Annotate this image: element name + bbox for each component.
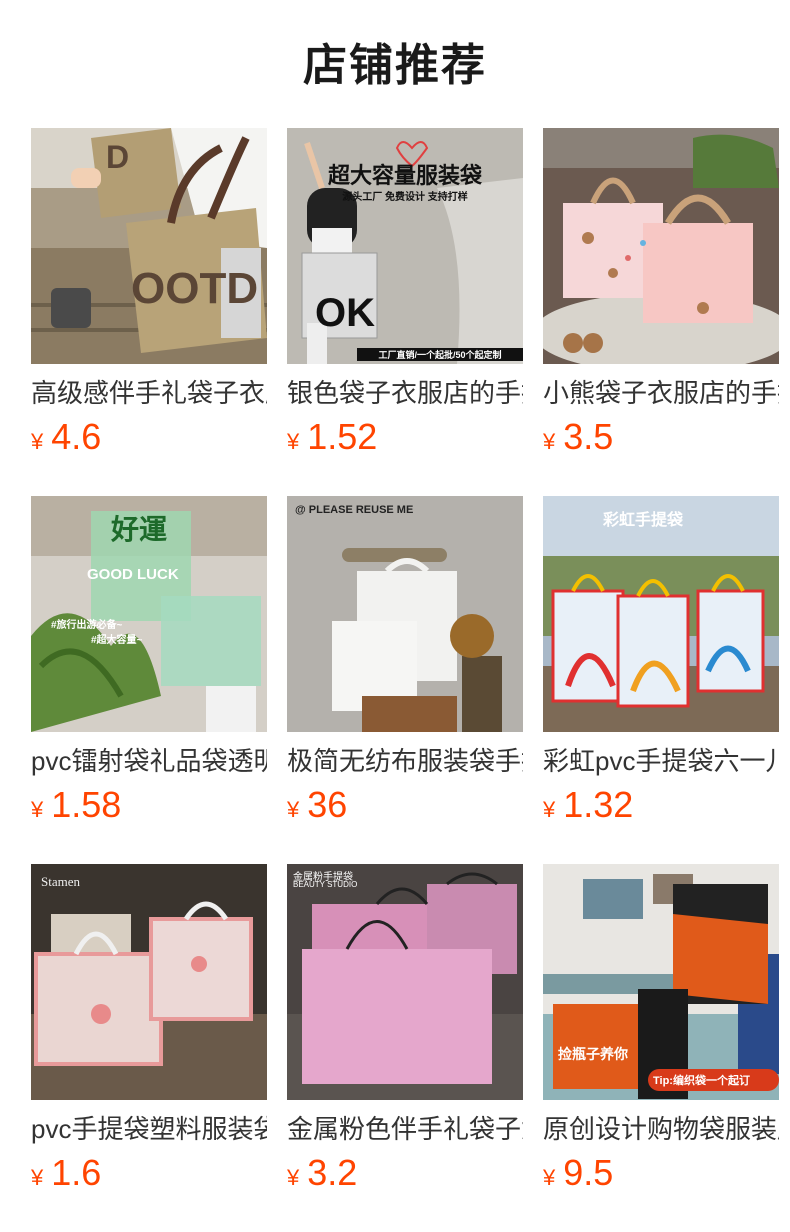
currency-symbol: ¥ bbox=[543, 797, 556, 822]
price-value: 1.58 bbox=[51, 784, 122, 825]
product-image[interactable]: Stamen bbox=[31, 864, 267, 1100]
currency-symbol: ¥ bbox=[287, 429, 300, 454]
product-price: ¥ 9.5 bbox=[543, 1152, 613, 1196]
currency-symbol: ¥ bbox=[543, 429, 556, 454]
product-name[interactable]: 金属粉色伴手礼袋子女 bbox=[287, 1112, 523, 1146]
price-value: 4.6 bbox=[51, 416, 102, 457]
product-price: ¥ 4.6 bbox=[31, 416, 101, 460]
currency-symbol: ¥ bbox=[287, 797, 300, 822]
product-name[interactable]: 高级感伴手礼袋子衣服 bbox=[31, 376, 267, 410]
product-name[interactable]: pvc手提袋塑料服装袋 bbox=[31, 1112, 267, 1146]
product-price: ¥ 1.58 bbox=[31, 784, 121, 828]
product-card[interactable]: Stamen pvc手提袋塑料服装袋 ¥ 1.6 bbox=[31, 864, 267, 1232]
product-card[interactable]: 彩虹手提袋 彩虹pvc手提袋六一儿童 ¥ 1.32 bbox=[543, 496, 779, 864]
product-card[interactable]: OK 超大容量服装袋 源头工厂 免费设计 支持打样 工厂直销/一个起批/50个起… bbox=[287, 128, 523, 496]
product-price: ¥ 1.32 bbox=[543, 784, 633, 828]
product-image[interactable]: @ PLEASE REUSE ME bbox=[287, 496, 523, 732]
product-card[interactable]: 小熊袋子衣服店的手提 ¥ 3.5 bbox=[543, 128, 779, 496]
product-price: ¥ 3.5 bbox=[543, 416, 613, 460]
product-price: ¥ 36 bbox=[287, 784, 347, 828]
product-price: ¥ 1.6 bbox=[31, 1152, 101, 1196]
price-value: 1.52 bbox=[307, 416, 378, 457]
product-image[interactable]: OK 超大容量服装袋 源头工厂 免费设计 支持打样 工厂直销/一个起批/50个起… bbox=[287, 128, 523, 364]
product-price: ¥ 1.52 bbox=[287, 416, 377, 460]
page-title: 店铺推荐 bbox=[303, 41, 487, 90]
svg-text:OOTD: OOTD bbox=[131, 264, 258, 313]
product-card[interactable]: 捡瓶子养你 Tip:编织袋一个起订 原创设计购物袋服装店 ¥ 9.5 bbox=[543, 864, 779, 1232]
price-value: 3.2 bbox=[307, 1152, 358, 1193]
product-name[interactable]: 彩虹pvc手提袋六一儿童 bbox=[543, 744, 779, 778]
price-value: 36 bbox=[307, 784, 348, 825]
svg-text:D: D bbox=[106, 139, 129, 175]
svg-text:OK: OK bbox=[315, 291, 375, 335]
product-card[interactable]: @ PLEASE REUSE ME 极简无纺布服装袋手提 ¥ 36 bbox=[287, 496, 523, 864]
product-image[interactable]: 好運 GOOD LUCK #旅行出游必备~ #超大容量~ bbox=[31, 496, 267, 732]
currency-symbol: ¥ bbox=[31, 429, 44, 454]
product-grid: OOTD D 高级感伴手礼袋子衣服 ¥ 4.6 OK 超大容量服装袋 源头工厂 … bbox=[31, 128, 779, 1232]
product-image[interactable] bbox=[543, 128, 779, 364]
product-image[interactable]: 捡瓶子养你 Tip:编织袋一个起订 bbox=[543, 864, 779, 1100]
product-name[interactable]: 极简无纺布服装袋手提 bbox=[287, 744, 523, 778]
currency-symbol: ¥ bbox=[31, 797, 44, 822]
product-image[interactable]: OOTD D bbox=[31, 128, 267, 364]
product-image[interactable]: 彩虹手提袋 bbox=[543, 496, 779, 732]
currency-symbol: ¥ bbox=[287, 1165, 300, 1190]
price-value: 1.32 bbox=[563, 784, 634, 825]
shop-recommendation-page: 店铺推荐 OOTD D 高级感伴手礼袋子衣服 ¥ 4.6 OK 超大容量服装袋 … bbox=[0, 0, 790, 1232]
product-name[interactable]: 原创设计购物袋服装店 bbox=[543, 1112, 779, 1146]
currency-symbol: ¥ bbox=[31, 1165, 44, 1190]
product-price: ¥ 3.2 bbox=[287, 1152, 357, 1196]
price-value: 1.6 bbox=[51, 1152, 102, 1193]
price-value: 9.5 bbox=[563, 1152, 614, 1193]
product-name[interactable]: 银色袋子衣服店的手提 bbox=[287, 376, 523, 410]
product-card[interactable]: 金属粉手提袋 BEAUTY STUDIO 金属粉色伴手礼袋子女 ¥ 3.2 bbox=[287, 864, 523, 1232]
price-value: 3.5 bbox=[563, 416, 614, 457]
product-name[interactable]: pvc镭射袋礼品袋透明 bbox=[31, 744, 267, 778]
currency-symbol: ¥ bbox=[543, 1165, 556, 1190]
product-image[interactable]: 金属粉手提袋 BEAUTY STUDIO bbox=[287, 864, 523, 1100]
product-card[interactable]: 好運 GOOD LUCK #旅行出游必备~ #超大容量~ pvc镭射袋礼品袋透明… bbox=[31, 496, 267, 864]
product-card[interactable]: OOTD D 高级感伴手礼袋子衣服 ¥ 4.6 bbox=[31, 128, 267, 496]
product-name[interactable]: 小熊袋子衣服店的手提 bbox=[543, 376, 779, 410]
